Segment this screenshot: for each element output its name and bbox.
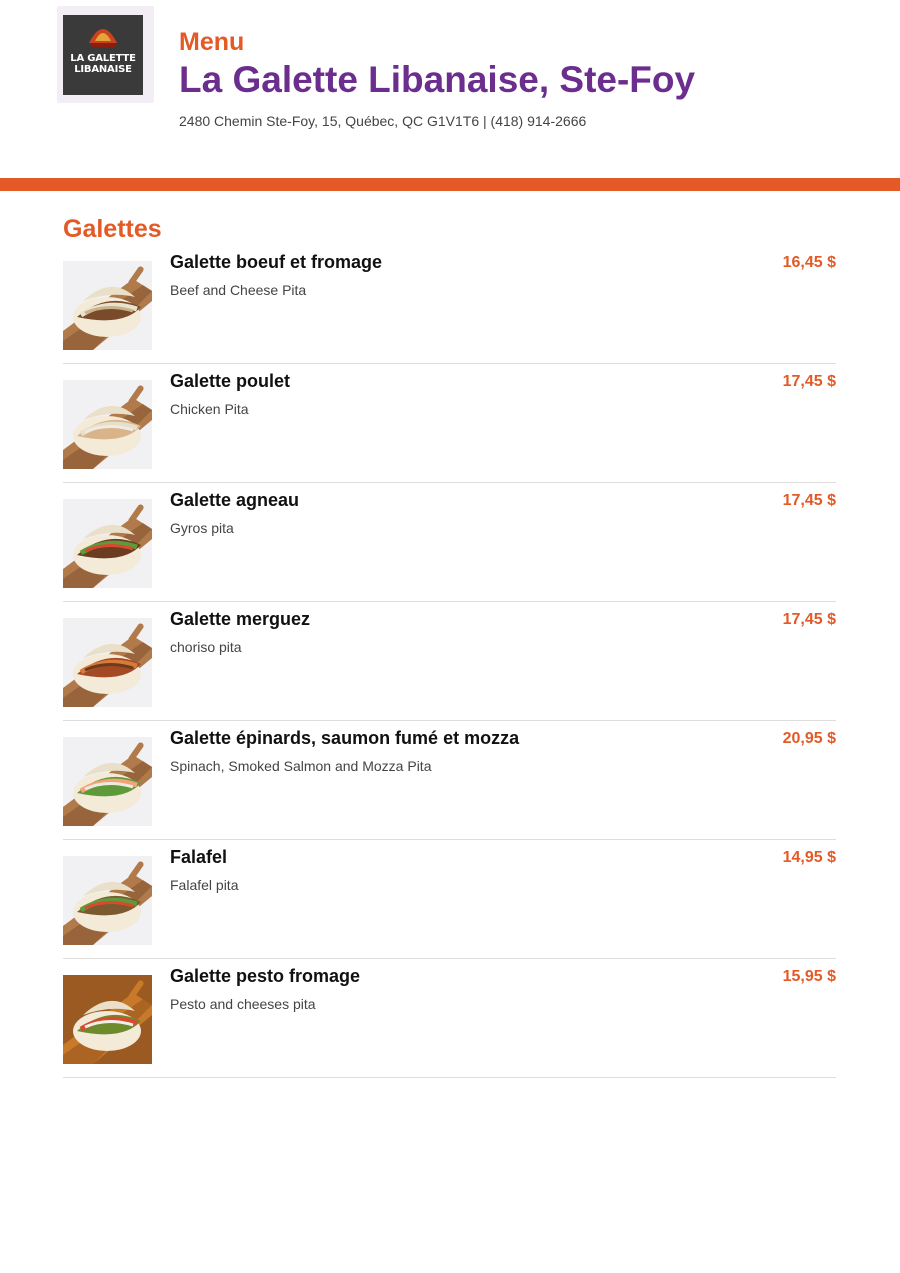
menu-label: Menu (179, 28, 245, 56)
menu-item-description: Falafel pita (170, 877, 239, 893)
logo-emblem-icon (89, 29, 117, 47)
logo-frame: LA GALETTE LIBANAISE (57, 6, 154, 103)
menu-item-description: choriso pita (170, 639, 242, 655)
menu-item-description: Spinach, Smoked Salmon and Mozza Pita (170, 758, 432, 774)
menu-header: LA GALETTE LIBANAISE Menu La Galette Liba… (0, 0, 900, 178)
menu-item[interactable]: Galette pesto fromage Pesto and cheeses p… (63, 959, 836, 1078)
menu-item-name: Galette merguez (170, 609, 311, 629)
menu-item-description: Gyros pita (170, 520, 234, 536)
menu-item[interactable]: Galette boeuf et fromage Beef and Cheese … (63, 245, 836, 364)
accent-divider (0, 178, 900, 191)
logo-wordmark: LA GALETTE LIBANAISE (70, 53, 136, 75)
menu-item-price: 17,45 $ (782, 492, 836, 509)
menu-item-name: Galette agneau (170, 490, 300, 510)
menu-item-photo (63, 261, 152, 350)
section-title: Galettes (63, 215, 162, 243)
menu-item-photo (63, 856, 152, 945)
menu-item-description: Beef and Cheese Pita (170, 282, 307, 298)
restaurant-address: 2480 Chemin Ste-Foy, 15, Québec, QC G1V1… (179, 113, 587, 129)
menu-item-description: Pesto and cheeses pita (170, 996, 316, 1012)
menu-item-photo (63, 380, 152, 469)
menu-item-price: 15,95 $ (782, 968, 836, 985)
menu-item-photo (63, 499, 152, 588)
menu-item-price: 17,45 $ (782, 611, 836, 628)
menu-item-name: Galette pesto fromage (170, 966, 361, 986)
menu-item[interactable]: Galette agneau Gyros pita 17,45 $ (63, 483, 836, 602)
menu-item-price: 14,95 $ (782, 849, 836, 866)
restaurant-logo: LA GALETTE LIBANAISE (63, 15, 143, 95)
menu-item[interactable]: Galette merguez choriso pita 17,45 $ (63, 602, 836, 721)
menu-item-name: Galette poulet (170, 371, 291, 391)
menu-item-price: 17,45 $ (782, 373, 836, 390)
menu-item[interactable]: Galette poulet Chicken Pita 17,45 $ (63, 364, 836, 483)
menu-item-photo (63, 975, 152, 1064)
menu-item-name: Galette boeuf et fromage (170, 252, 383, 272)
menu-item-list: Galette boeuf et fromage Beef and Cheese … (63, 245, 836, 1078)
menu-item-description: Chicken Pita (170, 401, 249, 417)
menu-item[interactable]: Galette épinards, saumon fumé et mozza Sp… (63, 721, 836, 840)
restaurant-name: La Galette Libanaise, Ste-Foy (179, 59, 696, 100)
menu-item-price: 20,95 $ (782, 730, 836, 747)
menu-item[interactable]: Falafel Falafel pita 14,95 $ (63, 840, 836, 959)
menu-item-name: Galette épinards, saumon fumé et mozza (170, 728, 520, 748)
menu-item-price: 16,45 $ (782, 254, 836, 271)
menu-item-photo (63, 618, 152, 707)
menu-item-photo (63, 737, 152, 826)
menu-item-name: Falafel (170, 847, 228, 867)
